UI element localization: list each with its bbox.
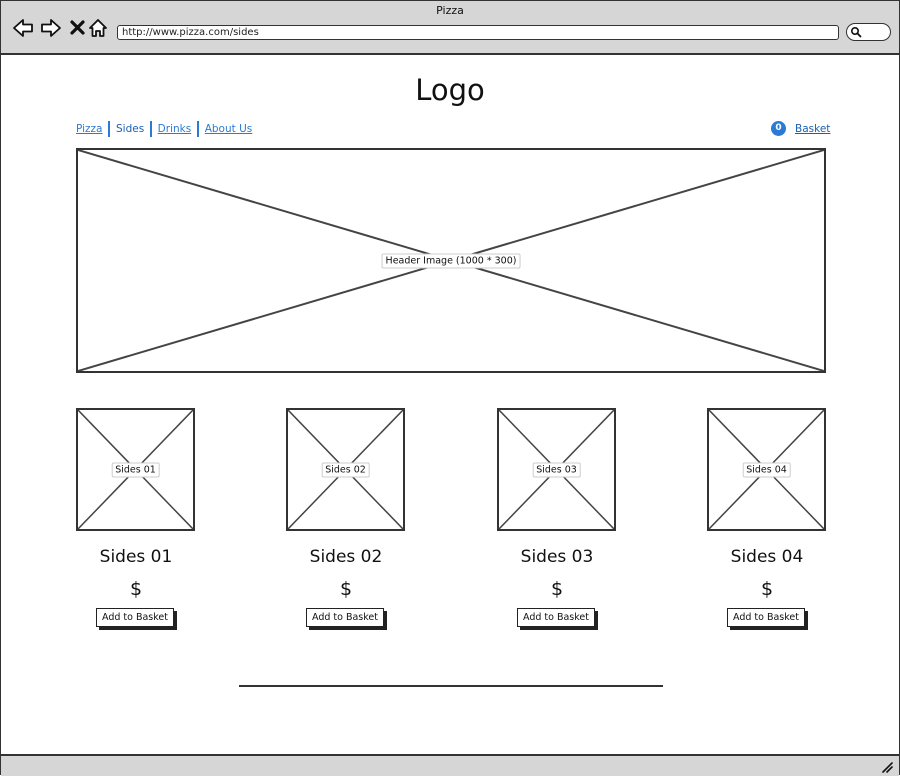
product-image-label: Sides 04: [742, 462, 791, 477]
product-image[interactable]: Sides 03: [497, 408, 616, 531]
footer-divider: [239, 685, 663, 687]
browser-window: Pizza http://www.pizza.com/sides Logo Pi…: [0, 0, 900, 776]
basket: 0 Basket: [771, 121, 830, 136]
nav-item-pizza[interactable]: Pizza: [76, 121, 108, 137]
add-to-basket-button[interactable]: Add to Basket: [306, 608, 384, 627]
forward-arrow-icon[interactable]: [40, 17, 62, 39]
basket-link[interactable]: Basket: [795, 123, 830, 135]
basket-count-badge: 0: [771, 121, 786, 136]
stop-x-icon[interactable]: [67, 17, 89, 39]
site-logo[interactable]: Logo: [1, 73, 899, 107]
status-bar: [1, 754, 899, 776]
product-image[interactable]: Sides 02: [286, 408, 405, 531]
product-price: $: [339, 578, 353, 600]
product-title: Sides 04: [730, 547, 804, 567]
add-to-basket-button[interactable]: Add to Basket: [517, 608, 595, 627]
add-to-basket-button[interactable]: Add to Basket: [96, 608, 174, 627]
nav-item-drinks[interactable]: Drinks: [152, 121, 198, 137]
browser-toolbar: Pizza http://www.pizza.com/sides: [1, 1, 899, 55]
header-image-label: Header Image (1000 * 300): [381, 253, 521, 268]
back-arrow-icon[interactable]: [12, 17, 34, 39]
product-image[interactable]: Sides 04: [707, 408, 826, 531]
search-icon: [850, 26, 862, 38]
product-image-label: Sides 01: [111, 462, 160, 477]
product-image-label: Sides 03: [532, 462, 581, 477]
product-title: Sides 03: [520, 547, 594, 567]
product-price: $: [550, 578, 564, 600]
add-to-basket-button[interactable]: Add to Basket: [727, 608, 805, 627]
nav-item-sides[interactable]: Sides: [110, 121, 150, 137]
window-title: Pizza: [436, 4, 464, 17]
home-icon[interactable]: [87, 17, 109, 39]
address-bar[interactable]: http://www.pizza.com/sides: [117, 25, 839, 40]
product-price: $: [129, 578, 143, 600]
main-nav: Pizza Sides Drinks About Us: [76, 121, 258, 137]
browser-search-box[interactable]: [846, 23, 891, 41]
product-image-label: Sides 02: [321, 462, 370, 477]
product-title: Sides 02: [309, 547, 383, 567]
product-image[interactable]: Sides 01: [76, 408, 195, 531]
product-price: $: [760, 578, 774, 600]
nav-item-about-us[interactable]: About Us: [199, 121, 259, 137]
resize-grip-icon[interactable]: [881, 761, 893, 773]
product-title: Sides 01: [99, 547, 173, 567]
header-image: Header Image (1000 * 300): [76, 148, 826, 373]
